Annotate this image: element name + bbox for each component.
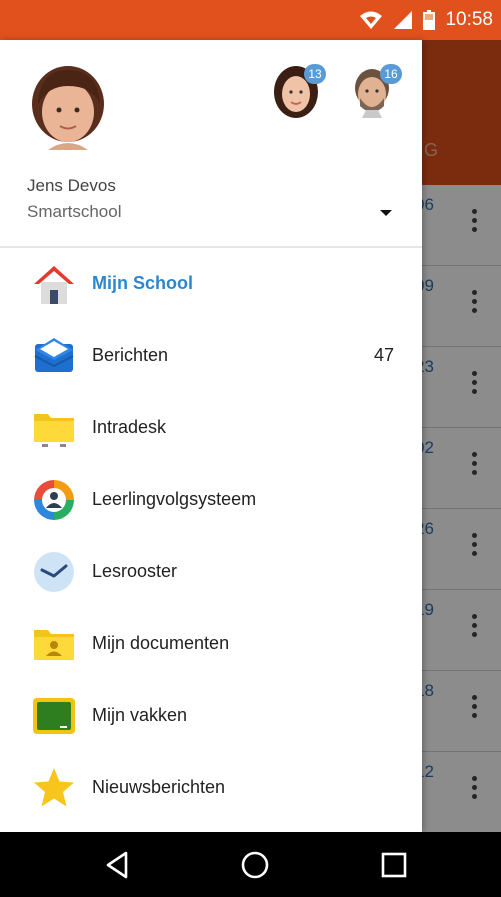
menu-item-mijn-vakken[interactable]: Mijn vakken	[0, 680, 422, 752]
menu-item-label: Mijn vakken	[92, 705, 188, 725]
star-icon	[34, 768, 74, 807]
menu-item-leerlingvolgsysteem[interactable]: Leerlingvolgsysteem	[0, 464, 422, 536]
menu-item-mijn-documenten[interactable]: Mijn documenten	[0, 608, 422, 680]
clock-time: 10:58	[445, 9, 493, 30]
menu-item-label: Berichten	[92, 345, 169, 365]
house-icon	[34, 266, 74, 304]
menu-item-label: Leerlingvolgsysteem	[92, 489, 257, 509]
menu-item-label: Nieuwsberichten	[92, 777, 226, 797]
navigation-drawer: 13 16 Jens Devos Smartschool Mijn School…	[0, 40, 422, 832]
status-bar: 10:58	[0, 0, 501, 40]
home-icon[interactable]	[239, 849, 271, 881]
chalkboard-icon	[33, 698, 75, 734]
menu-item-label: Mijn documenten	[92, 633, 230, 653]
battery-icon	[423, 10, 436, 30]
user-name: Jens Devos	[27, 176, 116, 195]
user-folder-icon	[34, 630, 74, 660]
account-switch-avatar[interactable]: 13	[272, 62, 326, 118]
menu-item-mijn-school[interactable]: Mijn School	[0, 248, 422, 320]
notification-badge: 13	[304, 64, 326, 84]
menu-item-lesrooster[interactable]: Lesrooster	[0, 536, 422, 608]
menu-item-label: Lesrooster	[92, 561, 178, 581]
recent-apps-icon[interactable]	[378, 849, 410, 881]
navigation-bar	[0, 832, 501, 897]
clock-icon	[34, 552, 74, 592]
folder-icon	[34, 414, 74, 447]
back-icon[interactable]	[102, 849, 134, 881]
unread-count: 47	[373, 345, 394, 365]
menu-item-label: Intradesk	[92, 417, 167, 437]
notification-badge: 16	[380, 64, 402, 84]
profile-header: 13 16 Jens Devos Smartschool	[0, 40, 422, 248]
menu-item-intradesk[interactable]: Intradesk	[0, 392, 422, 464]
signal-icon	[394, 11, 413, 29]
wifi-icon	[360, 11, 383, 29]
menu-item-berichten[interactable]: Berichten 47	[0, 320, 422, 392]
menu-item-label: Mijn School	[92, 273, 193, 293]
account-dropdown-icon[interactable]	[376, 202, 396, 222]
menu-item-nieuwsberichten[interactable]: Nieuwsberichten	[0, 752, 422, 824]
avatar[interactable]	[30, 64, 106, 150]
student-tracking-icon	[34, 480, 74, 520]
user-organization: Smartschool	[27, 202, 122, 221]
envelope-icon	[34, 338, 74, 372]
account-switch-avatar[interactable]: 16	[348, 62, 402, 118]
